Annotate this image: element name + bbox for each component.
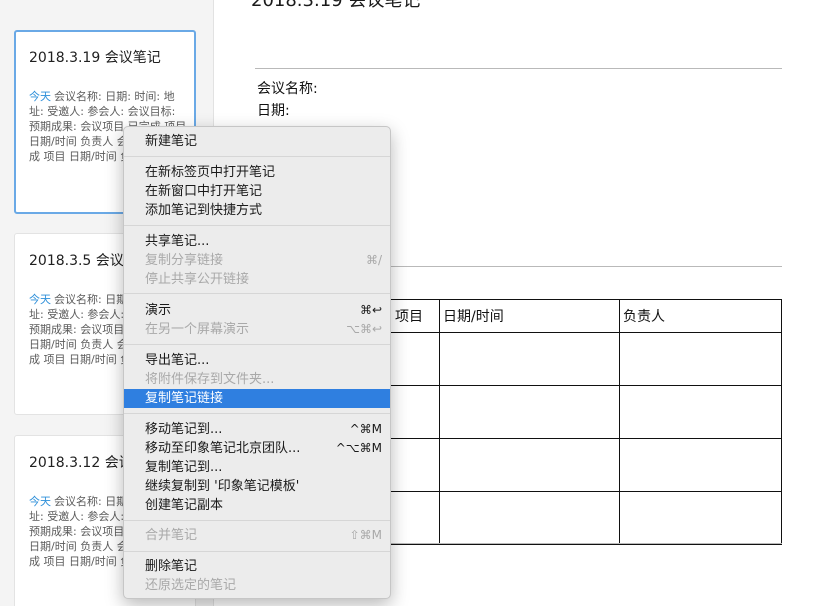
table-header-datetime[interactable]: 日期/时间 [439,299,620,333]
menu-item-restore-selected[interactable]: 还原选定的笔记 [124,576,390,595]
table-cell[interactable] [439,332,620,386]
menu-separator [124,156,390,157]
divider [255,68,782,69]
shortcut-label: ⌘↩ [359,303,382,317]
menu-separator [124,293,390,294]
meeting-name-label: 会议名称: [257,81,318,97]
table-cell[interactable] [619,491,782,545]
menu-item-move-to-team[interactable]: 移动至印象笔记北京团队... ^⌥⌘M [124,439,390,458]
menu-separator [124,413,390,414]
table-cell[interactable] [439,438,620,492]
shortcut-label: ⌘/ [365,253,382,267]
menu-item-save-attachments[interactable]: 将附件保存到文件夹... [124,370,390,389]
menu-item-share-note[interactable]: 共享笔记... [124,232,390,251]
menu-item-export-note[interactable]: 导出笔记... [124,351,390,370]
menu-item-duplicate-note[interactable]: 创建笔记副本 [124,496,390,515]
menu-separator [124,520,390,521]
menu-item-move-note[interactable]: 移动笔记到... ^⌘M [124,420,390,439]
date-line[interactable]: 日期: [257,100,290,120]
table-cell[interactable] [619,385,782,439]
menu-separator [124,551,390,552]
note-title[interactable]: 2018.3.19 会议笔记 [251,0,420,12]
today-label: 今天 [29,90,51,103]
table-cell[interactable] [439,491,620,545]
menu-item-copy-share-link[interactable]: 复制分享链接 ⌘/ [124,251,390,270]
shortcut-label: ^⌘M [349,422,382,436]
menu-item-copy-note-to[interactable]: 复制笔记到... [124,458,390,477]
menu-item-new-note[interactable]: 新建笔记 [124,132,390,151]
today-label: 今天 [29,495,51,508]
date-label: 日期: [257,103,290,119]
table-cell[interactable] [619,438,782,492]
context-menu: 新建笔记 在新标签页中打开笔记 在新窗口中打开笔记 添加笔记到快捷方式 共享笔记… [123,126,391,599]
menu-item-continue-copy[interactable]: 继续复制到 '印象笔记模板' [124,477,390,496]
today-label: 今天 [29,293,51,306]
shortcut-label: ⌥⌘↩ [346,322,382,336]
menu-separator [124,225,390,226]
table-header-owner[interactable]: 负责人 [619,299,782,333]
meeting-name-line[interactable]: 会议名称: [257,78,318,98]
menu-item-open-in-new-tab[interactable]: 在新标签页中打开笔记 [124,163,390,182]
menu-item-stop-public-link[interactable]: 停止共享公开链接 [124,270,390,289]
table-cell[interactable] [619,332,782,386]
menu-item-present-other-screen[interactable]: 在另一个屏幕演示 ⌥⌘↩ [124,320,390,339]
menu-item-copy-note-link[interactable]: 复制笔记链接 [124,389,390,408]
menu-separator [124,344,390,345]
menu-item-open-in-new-window[interactable]: 在新窗口中打开笔记 [124,182,390,201]
note-card-title: 2018.3.19 会议笔记 [29,50,161,66]
shortcut-label: ^⌥⌘M [335,441,382,455]
menu-item-delete-note[interactable]: 删除笔记 [124,557,390,576]
menu-item-add-to-shortcuts[interactable]: 添加笔记到快捷方式 [124,201,390,220]
shortcut-label: ⇧⌘M [349,528,382,542]
menu-item-merge-notes[interactable]: 合并笔记 ⇧⌘M [124,526,390,545]
table-cell[interactable] [439,385,620,439]
menu-item-present[interactable]: 演示 ⌘↩ [124,301,390,320]
